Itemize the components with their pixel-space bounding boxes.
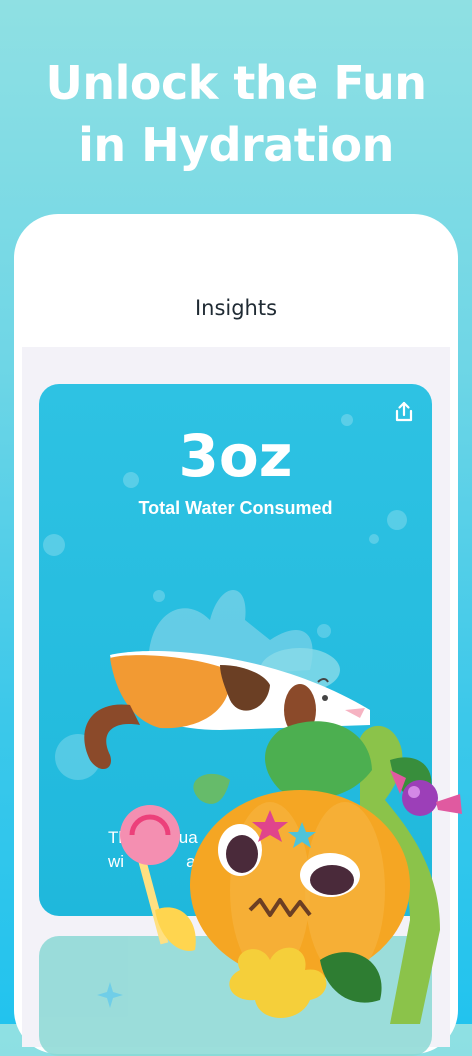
water-amount-label: Total Water Consumed bbox=[138, 498, 333, 518]
water-amount: 3oz bbox=[178, 422, 293, 490]
headline: Unlock the Fun in Hydration bbox=[0, 52, 472, 176]
bubble-decoration bbox=[43, 534, 65, 556]
headline-line2: in Hydration bbox=[78, 118, 394, 172]
pumpkin-character bbox=[120, 721, 462, 1024]
headline-line1: Unlock the Fun bbox=[45, 56, 427, 110]
bubble-decoration bbox=[369, 534, 379, 544]
page-title: Insights bbox=[194, 296, 278, 320]
share-icon[interactable] bbox=[392, 400, 416, 424]
